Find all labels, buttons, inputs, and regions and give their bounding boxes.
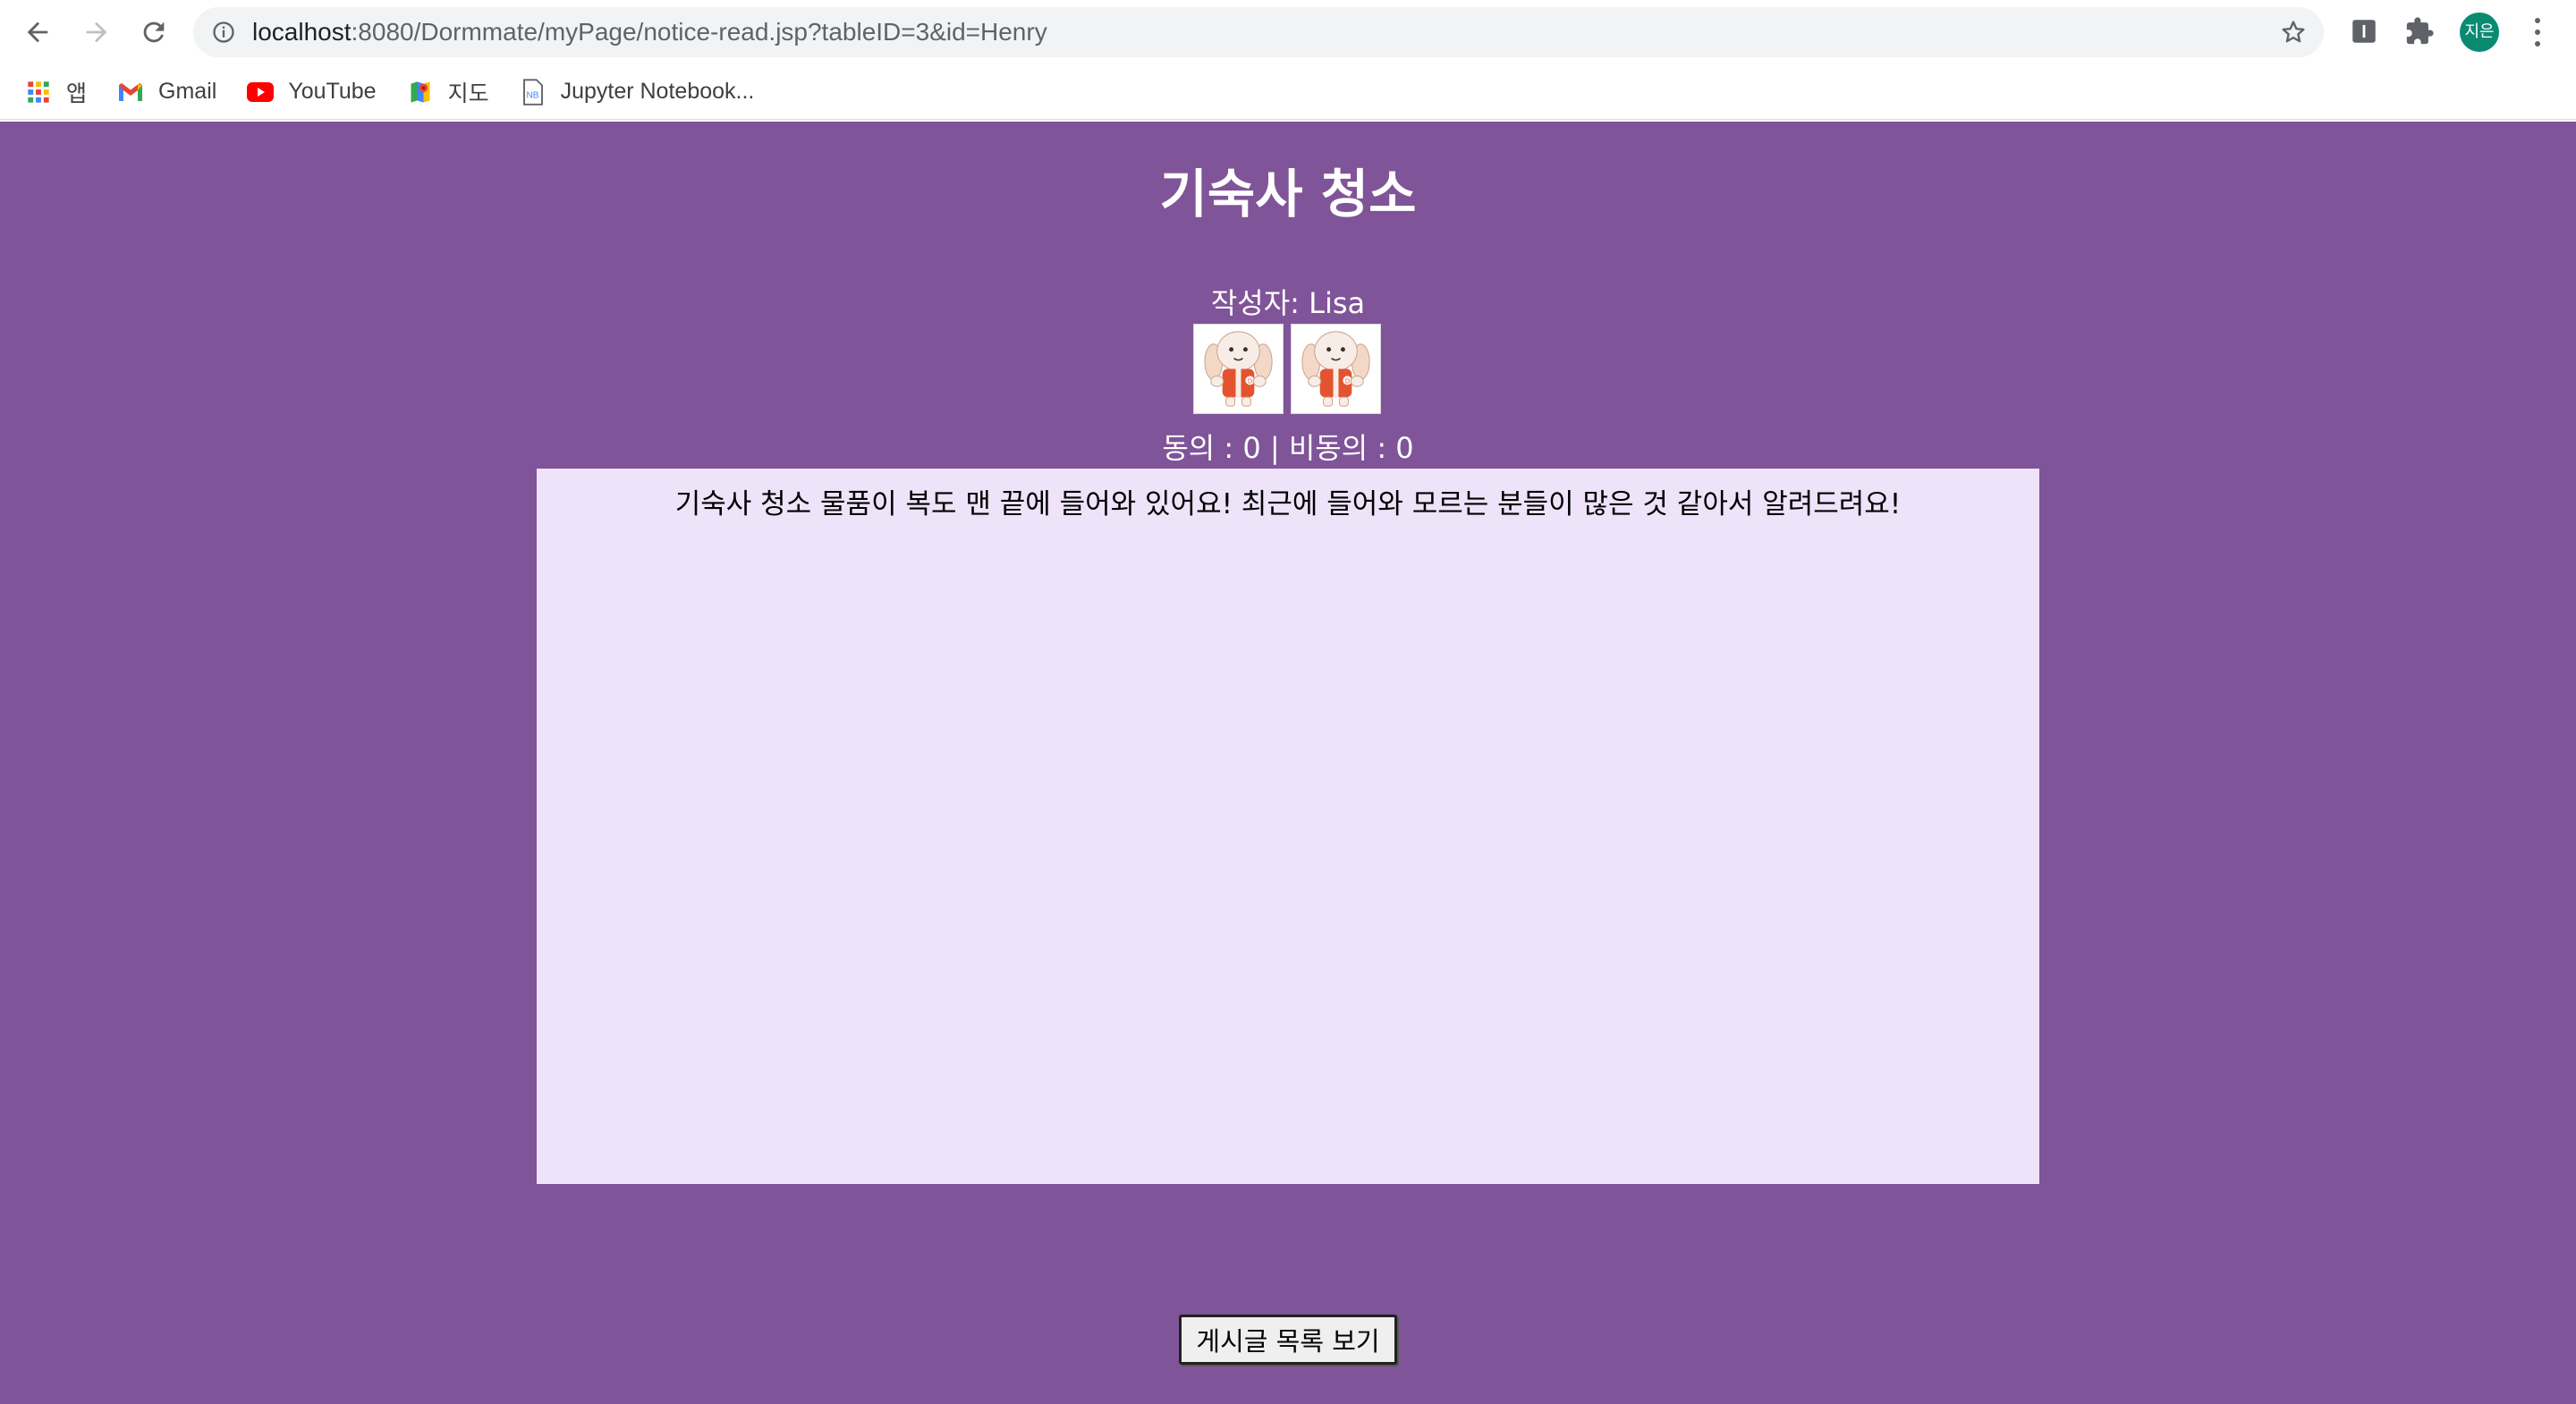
maps-icon xyxy=(407,79,434,106)
bookmark-label: 지도 xyxy=(447,80,489,106)
bookmark-star-icon[interactable] xyxy=(2279,18,2308,47)
post-images: D D xyxy=(1193,324,1381,415)
bookmark-apps[interactable]: 앱 xyxy=(25,72,87,112)
browser-menu-icon[interactable] xyxy=(2522,14,2553,50)
extensions-puzzle-icon[interactable] xyxy=(2404,16,2435,47)
post-content: 기숙사 청소 물품이 복도 맨 끝에 들어와 있어요! 최근에 들어와 모르는 … xyxy=(537,469,2039,1184)
url-path: :8080/Dormmate/myPage/notice-read.jsp?ta… xyxy=(351,18,1047,46)
view-post-list-button[interactable]: 게시글 목록 보기 xyxy=(1179,1315,1397,1365)
bookmark-label: Jupyter Notebook... xyxy=(560,79,755,104)
browser-toolbar: localhost:8080/Dormmate/myPage/notice-re… xyxy=(0,0,2576,64)
youtube-icon xyxy=(247,79,275,106)
svg-text:D: D xyxy=(1248,377,1252,385)
bookmark-youtube[interactable]: YouTube xyxy=(247,72,377,112)
bookmark-jupyter[interactable]: NB Jupyter Notebook... xyxy=(520,72,755,112)
forward-button[interactable] xyxy=(77,13,116,52)
url-host: localhost xyxy=(252,18,352,46)
notebook-icon: NB xyxy=(520,78,547,106)
post-content-text: 기숙사 청소 물품이 복도 맨 끝에 들어와 있어요! 최근에 들어와 모르는 … xyxy=(674,488,1902,520)
back-button[interactable] xyxy=(18,13,57,52)
gmail-icon xyxy=(117,79,144,106)
reload-icon xyxy=(143,21,165,43)
arrow-right-icon xyxy=(86,21,107,43)
url-text[interactable]: localhost:8080/Dormmate/myPage/notice-re… xyxy=(252,7,1047,57)
address-bar[interactable]: localhost:8080/Dormmate/myPage/notice-re… xyxy=(193,7,2324,57)
bookmark-label: 앱 xyxy=(66,80,88,106)
info-icon[interactable] xyxy=(211,20,236,45)
apps-grid-icon xyxy=(25,79,52,106)
profile-avatar[interactable]: 지은 xyxy=(2460,13,2499,52)
bookmark-gmail[interactable]: Gmail xyxy=(117,72,216,112)
arrow-left-icon xyxy=(27,21,48,43)
post-image[interactable]: D xyxy=(1193,324,1284,414)
post-title: 기숙사 청소 xyxy=(1159,164,1417,224)
mascot-image: D xyxy=(1194,325,1283,413)
vote-counts: 동의 : 0 | 비동의 : 0 xyxy=(1162,431,1414,465)
bookmark-label: YouTube xyxy=(288,79,377,104)
post-image[interactable]: D xyxy=(1291,324,1381,414)
page-body: 기숙사 청소 작성자: Lisa D D 동의: 0 | 비동의: 0 기숙… xyxy=(0,122,2576,1404)
bookmark-label: Gmail xyxy=(158,79,217,104)
reload-button[interactable] xyxy=(134,13,174,52)
post-author: 작성자: Lisa xyxy=(1210,286,1366,320)
bookmarks-bar: 앱 Gmail YouTube 지도 NB Jupyter Notebook..… xyxy=(0,64,2576,120)
extension-i-icon[interactable] xyxy=(2349,16,2379,47)
mascot-image: D xyxy=(1292,325,1380,413)
bookmark-maps[interactable]: 지도 xyxy=(407,72,489,112)
svg-text:NB: NB xyxy=(526,90,538,100)
svg-text:D: D xyxy=(1345,377,1350,385)
